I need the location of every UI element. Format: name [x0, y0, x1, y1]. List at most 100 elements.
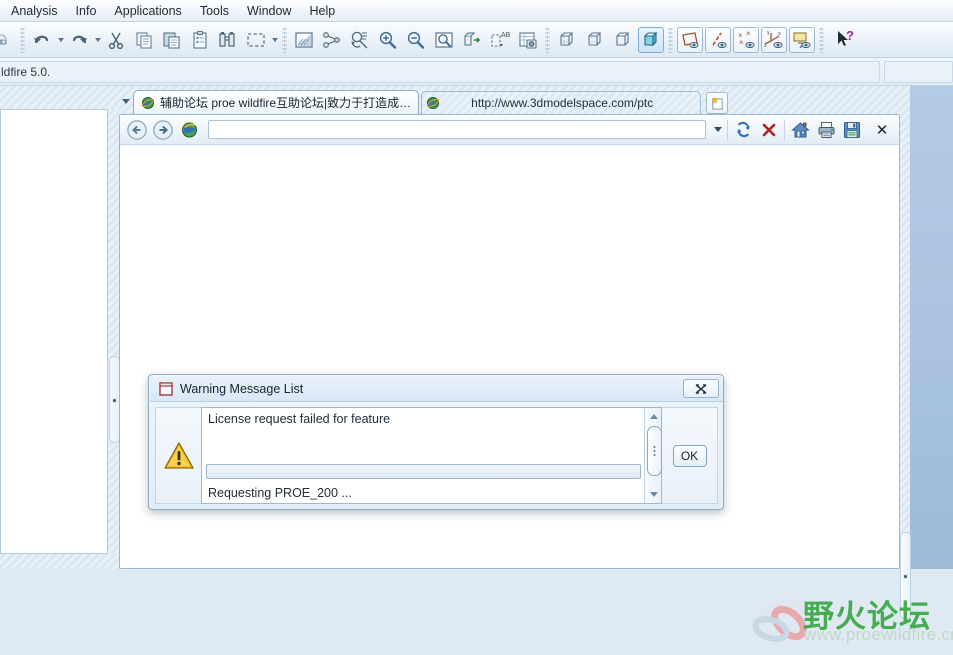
toolbar-separator: [819, 26, 824, 53]
select-dropdown-icon[interactable]: [270, 28, 279, 52]
warning-icon-column: [155, 407, 201, 504]
paste-special-icon[interactable]: [187, 27, 213, 53]
svg-text:×: ×: [746, 30, 751, 38]
menu-tools[interactable]: Tools: [191, 1, 238, 21]
watermark-url: www.proewildfire.cn: [804, 625, 953, 644]
layer-icon[interactable]: [515, 27, 541, 53]
forward-arrow-icon[interactable]: [150, 117, 176, 143]
navigator-panel[interactable]: [0, 109, 108, 554]
toolbar-separator: [545, 26, 550, 53]
find-icon[interactable]: [215, 27, 241, 53]
cut-icon[interactable]: [103, 27, 129, 53]
dialog-body: License request failed for feature Reque…: [150, 402, 723, 509]
undo-dropdown-icon[interactable]: [56, 28, 65, 52]
saved-view-icon[interactable]: [459, 27, 485, 53]
redo-icon[interactable]: [66, 27, 92, 53]
graphics-splitter[interactable]: [899, 466, 911, 655]
svg-text:×: ×: [739, 38, 744, 47]
address-dropdown-icon[interactable]: [710, 121, 725, 138]
message-item: Requesting PROE_200 ...: [208, 486, 352, 500]
nav-separator: [727, 119, 728, 140]
context-help-icon[interactable]: ?: [833, 27, 859, 53]
scroll-down-icon[interactable]: [645, 487, 662, 502]
spin-center-icon[interactable]: [347, 27, 373, 53]
horizontal-scrollbar[interactable]: [206, 464, 641, 479]
vertical-scrollbar[interactable]: [644, 408, 662, 503]
browser-tab-label: http://www.3dmodelspace.com/ptc: [471, 96, 654, 110]
svg-text:y: y: [767, 30, 770, 36]
graphics-splitter-handle[interactable]: [900, 532, 911, 619]
workspace: 辅助论坛 proe wildfire互助论坛|致力于打造成… http://ww…: [0, 86, 953, 644]
browser-home-globe-icon[interactable]: [176, 117, 202, 143]
browser-tab-3dmodelspace[interactable]: http://www.3dmodelspace.com/ptc: [421, 91, 702, 114]
navigator-content: [1, 110, 107, 553]
hidden-line-icon[interactable]: [582, 27, 608, 53]
dialog-button-column: OK: [662, 407, 718, 504]
navigator-splitter[interactable]: [108, 109, 120, 554]
redo-dropdown-icon[interactable]: [93, 28, 102, 52]
message-list[interactable]: License request failed for feature Reque…: [201, 407, 662, 504]
new-tab-icon[interactable]: [706, 92, 729, 114]
dialog-title-bar[interactable]: Warning Message List: [150, 376, 723, 402]
no-hidden-icon[interactable]: [610, 27, 636, 53]
svg-text:AB: AB: [501, 32, 511, 39]
svg-text:?: ?: [846, 29, 854, 43]
scroll-grip-icon: [653, 445, 656, 456]
tab-collapse-icon[interactable]: [119, 88, 133, 114]
menu-analysis[interactable]: Analysis: [2, 1, 67, 21]
browser-globe-icon: [141, 96, 155, 110]
zoom-in-icon[interactable]: [375, 27, 401, 53]
ok-button[interactable]: OK: [672, 444, 707, 467]
zoom-out-icon[interactable]: [403, 27, 429, 53]
back-arrow-icon[interactable]: [124, 117, 150, 143]
svg-text:x: x: [778, 31, 781, 37]
save-icon[interactable]: [839, 117, 865, 143]
main-toolbar: AB × × × y z x ?: [0, 22, 953, 58]
graphics-area[interactable]: [910, 86, 953, 569]
datum-plane-icon[interactable]: [677, 26, 703, 53]
datum-point-icon[interactable]: × × ×: [733, 26, 759, 53]
toolbar-separator: [668, 26, 673, 53]
scroll-thumb[interactable]: [647, 426, 662, 476]
status-strip: ldfire 5.0.: [0, 58, 953, 86]
scroll-up-icon[interactable]: [645, 409, 662, 424]
dialog-title: Warning Message List: [180, 381, 304, 396]
print-icon[interactable]: [813, 117, 839, 143]
browser-tab-forum[interactable]: 辅助论坛 proe wildfire互助论坛|致力于打造成…: [133, 90, 420, 114]
message-item: License request failed for feature: [208, 412, 391, 426]
undo-icon[interactable]: [29, 27, 55, 53]
browser-tab-strip: 辅助论坛 proe wildfire互助论坛|致力于打造成… http://ww…: [119, 86, 900, 114]
datum-csys-icon[interactable]: y z x: [761, 26, 787, 53]
svg-text:z: z: [764, 43, 767, 49]
paste-icon[interactable]: [159, 27, 185, 53]
menu-info[interactable]: Info: [67, 1, 106, 21]
menu-help[interactable]: Help: [300, 1, 344, 21]
wireframe-icon[interactable]: [554, 27, 580, 53]
home-icon[interactable]: [787, 117, 813, 143]
model-tree-icon[interactable]: [0, 27, 16, 53]
address-bar[interactable]: [208, 120, 706, 139]
refresh-icon[interactable]: [730, 117, 756, 143]
close-icon[interactable]: ✕: [871, 119, 893, 141]
select-region-icon[interactable]: [243, 27, 269, 53]
annotation-display-icon[interactable]: [789, 26, 815, 53]
warning-triangle-icon: [163, 441, 195, 470]
watermark: 野火论坛 www.proewildfire.cn: [737, 589, 953, 655]
browser-nav-bar: ✕: [120, 115, 899, 145]
copy-icon[interactable]: [131, 27, 157, 53]
stop-icon[interactable]: [756, 117, 782, 143]
refit-icon[interactable]: [431, 27, 457, 53]
annotation-icon[interactable]: AB: [487, 27, 513, 53]
shading-icon[interactable]: [638, 26, 664, 53]
window-icon: [158, 381, 174, 397]
datum-display-icon[interactable]: [319, 27, 345, 53]
proe-application-window: Analysis Info Applications Tools Window …: [0, 0, 953, 644]
menu-window[interactable]: Window: [238, 1, 300, 21]
dialog-close-icon[interactable]: [683, 379, 719, 398]
toolbar-separator: [282, 26, 287, 53]
repaint-icon[interactable]: [291, 27, 317, 53]
datum-axis-icon[interactable]: [705, 26, 731, 53]
menu-applications[interactable]: Applications: [105, 1, 190, 21]
browser-tab-label: 辅助论坛 proe wildfire互助论坛|致力于打造成…: [160, 96, 412, 110]
watermark-title: 野火论坛: [803, 599, 931, 635]
